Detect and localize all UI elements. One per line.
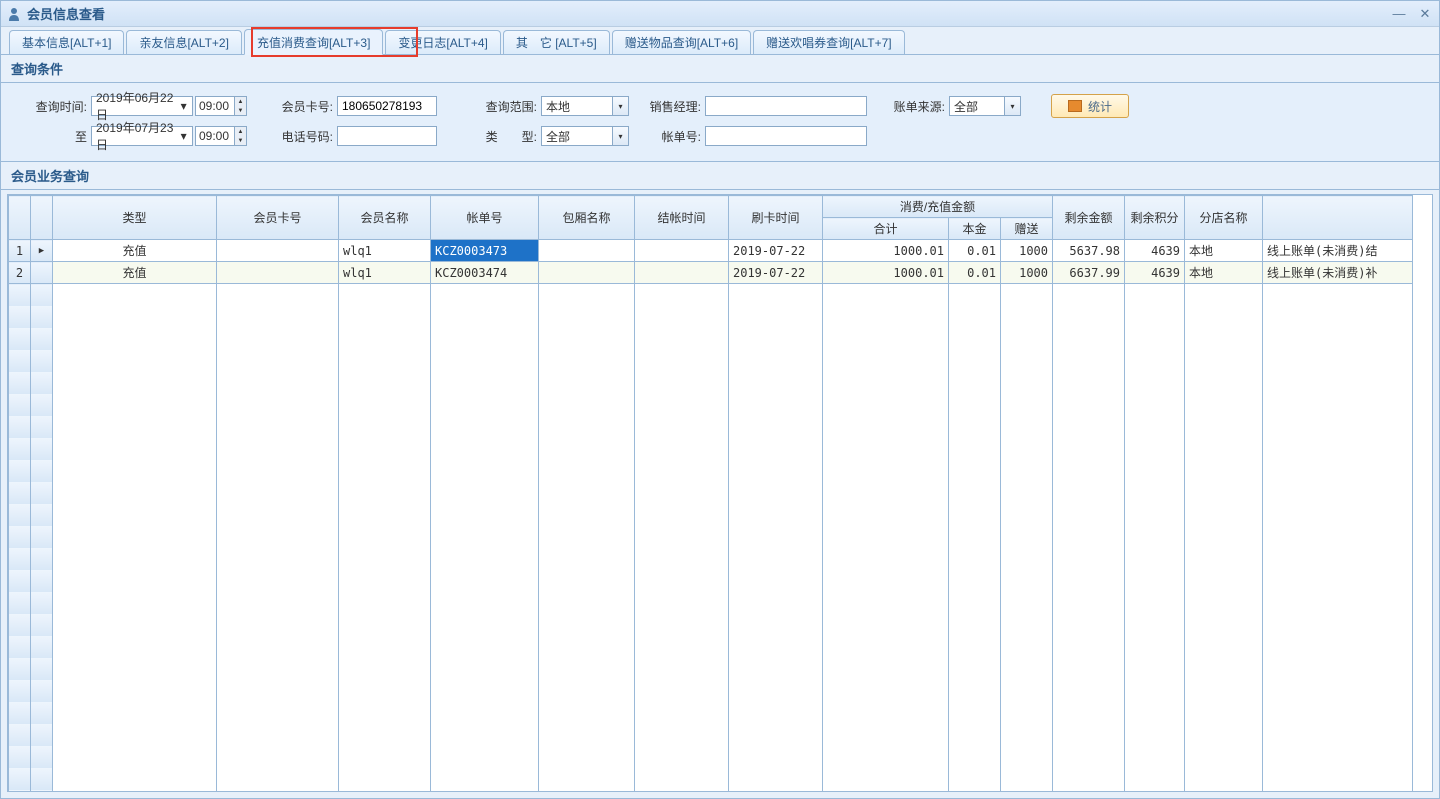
header-principal[interactable]: 本金 [949, 218, 1001, 240]
cell-room-name [539, 240, 635, 262]
header-extra[interactable] [1263, 196, 1413, 240]
cell-principal: 0.01 [949, 262, 1001, 284]
row-number: 2 [9, 262, 31, 284]
phone-input[interactable] [337, 126, 437, 146]
cell-extra: 线上账单(未消费)补 [1263, 262, 1413, 284]
header-room-name[interactable]: 包厢名称 [539, 196, 635, 240]
window-title: 会员信息查看 [27, 4, 1391, 23]
tab-family-info[interactable]: 亲友信息[ALT+2] [126, 30, 241, 54]
header-indicator [31, 196, 53, 240]
spin-down-icon[interactable]: ▼ [235, 106, 246, 115]
row-number: 1 [9, 240, 31, 262]
user-icon [7, 7, 21, 21]
cell-room-name [539, 262, 635, 284]
time-to-input[interactable]: 09:00▲▼ [195, 126, 247, 146]
dropdown-arrow-icon: ▾ [1004, 97, 1020, 115]
query-panel: 查询时间: 2019年06月22日▾ 09:00▲▼ 会员卡号: 查询范围: 本… [1, 83, 1439, 162]
bill-no-input[interactable] [705, 126, 867, 146]
bill-src-select[interactable]: 全部▾ [949, 96, 1021, 116]
cell-member-name: wlq1 [339, 240, 431, 262]
close-button[interactable]: ✕ [1417, 6, 1433, 22]
tab-gift-coupon-query[interactable]: 赠送欢唱券查询[ALT+7] [753, 30, 904, 54]
cell-type: 充值 [53, 262, 217, 284]
grid-section-title: 会员业务查询 [1, 162, 1439, 190]
header-card-no[interactable]: 会员卡号 [217, 196, 339, 240]
spin-up-icon[interactable]: ▲ [235, 97, 246, 106]
cell-branch: 本地 [1185, 262, 1263, 284]
dropdown-arrow-icon: ▾ [612, 127, 628, 145]
cell-bill-no: KCZ0003473 [431, 240, 539, 262]
header-type[interactable]: 类型 [53, 196, 217, 240]
label-phone: 电话号码: [267, 128, 337, 145]
dropdown-arrow-icon: ▾ [177, 129, 190, 143]
header-points[interactable]: 剩余积分 [1125, 196, 1185, 240]
spin-down-icon[interactable]: ▼ [235, 136, 246, 145]
tab-change-log[interactable]: 变更日志[ALT+4] [385, 30, 500, 54]
type-select[interactable]: 全部▾ [541, 126, 629, 146]
stats-icon [1068, 100, 1082, 112]
cell-bill-no: KCZ0003474 [431, 262, 539, 284]
cell-card-no [217, 240, 339, 262]
header-branch[interactable]: 分店名称 [1185, 196, 1263, 240]
header-balance[interactable]: 剩余金额 [1053, 196, 1125, 240]
tab-recharge-query[interactable]: 充值消费查询[ALT+3] [244, 29, 383, 55]
cell-card-no [217, 262, 339, 284]
data-grid[interactable]: 类型 会员卡号 会员名称 帐单号 包厢名称 结帐时间 刷卡时间 消费/充值金额 … [7, 194, 1433, 792]
tab-gift-item-query[interactable]: 赠送物品查询[ALT+6] [612, 30, 751, 54]
header-rownum [9, 196, 31, 240]
cell-bonus: 1000 [1001, 262, 1053, 284]
date-from-input[interactable]: 2019年06月22日▾ [91, 96, 193, 116]
cell-points: 4639 [1125, 240, 1185, 262]
cell-points: 4639 [1125, 262, 1185, 284]
header-member-name[interactable]: 会员名称 [339, 196, 431, 240]
label-card-no: 会员卡号: [267, 98, 337, 115]
row-indicator [31, 262, 53, 284]
sales-mgr-input[interactable] [705, 96, 867, 116]
cell-member-name: wlq1 [339, 262, 431, 284]
dropdown-arrow-icon: ▾ [177, 99, 190, 113]
cell-balance: 5637.98 [1053, 240, 1125, 262]
spin-up-icon[interactable]: ▲ [235, 127, 246, 136]
label-type: 类 型: [461, 128, 541, 145]
label-query-time: 查询时间: [15, 98, 91, 115]
minimize-button[interactable]: — [1391, 6, 1407, 22]
query-section-title: 查询条件 [1, 55, 1439, 83]
header-amount-group[interactable]: 消费/充值金额 [823, 196, 1053, 218]
cell-principal: 0.01 [949, 240, 1001, 262]
dropdown-arrow-icon: ▾ [612, 97, 628, 115]
header-total[interactable]: 合计 [823, 218, 949, 240]
cell-swipe-time: 2019-07-22 [729, 240, 823, 262]
label-to: 至 [15, 128, 91, 145]
time-from-input[interactable]: 09:00▲▼ [195, 96, 247, 116]
titlebar: 会员信息查看 — ✕ [1, 1, 1439, 27]
cell-bonus: 1000 [1001, 240, 1053, 262]
label-bill-no: 帐单号: [635, 128, 705, 145]
header-bonus[interactable]: 赠送 [1001, 218, 1053, 240]
label-scope: 查询范围: [461, 98, 541, 115]
cell-swipe-time: 2019-07-22 [729, 262, 823, 284]
card-no-input[interactable] [337, 96, 437, 116]
header-swipe-time[interactable]: 刷卡时间 [729, 196, 823, 240]
tab-other[interactable]: 其 它 [ALT+5] [503, 30, 610, 54]
cell-balance: 6637.99 [1053, 262, 1125, 284]
label-bill-src: 账单来源: [873, 98, 949, 115]
cell-type: 充值 [53, 240, 217, 262]
cell-extra: 线上账单(未消费)结 [1263, 240, 1413, 262]
header-settle-time[interactable]: 结帐时间 [635, 196, 729, 240]
cell-total: 1000.01 [823, 240, 949, 262]
stats-button[interactable]: 统计 [1051, 94, 1129, 118]
tab-basic-info[interactable]: 基本信息[ALT+1] [9, 30, 124, 54]
scope-select[interactable]: 本地▾ [541, 96, 629, 116]
label-sales-mgr: 销售经理: [635, 98, 705, 115]
row-indicator: ▶ [31, 240, 53, 262]
header-bill-no[interactable]: 帐单号 [431, 196, 539, 240]
tabs-row: 基本信息[ALT+1] 亲友信息[ALT+2] 充值消费查询[ALT+3] 变更… [1, 27, 1439, 55]
cell-total: 1000.01 [823, 262, 949, 284]
table-row[interactable]: 1▶充值 wlq1KCZ0003473 2019-07-221000.010.011… [9, 240, 1413, 262]
cell-settle-time [635, 240, 729, 262]
table-row[interactable]: 2 充值 wlq1KCZ0003474 2019-07-221000.010.0110… [9, 262, 1413, 284]
cell-branch: 本地 [1185, 240, 1263, 262]
date-to-input[interactable]: 2019年07月23日▾ [91, 126, 193, 146]
cell-settle-time [635, 262, 729, 284]
